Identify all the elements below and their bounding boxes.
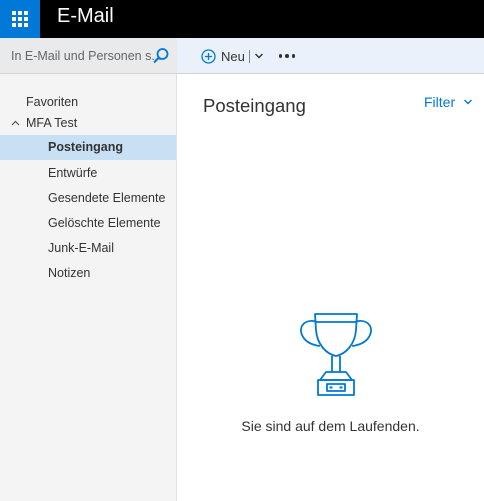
app-title: E-Mail: [57, 5, 114, 27]
search-input[interactable]: In E-Mail und Personen s...: [11, 49, 162, 63]
sidebar-item-deleted[interactable]: Gelöschte Elemente: [0, 211, 176, 236]
app-launcher-icon[interactable]: [0, 0, 40, 38]
account-header[interactable]: MFA Test: [11, 116, 77, 130]
folder-pane: Favoriten MFA Test Posteingang Entwürfe …: [0, 74, 177, 501]
plus-circle-icon: [201, 48, 216, 64]
filter-button[interactable]: Filter: [424, 94, 473, 110]
new-button[interactable]: Neu: [201, 46, 264, 66]
more-icon[interactable]: [277, 47, 297, 65]
sidebar-item-inbox[interactable]: Posteingang: [0, 135, 176, 160]
divider: [248, 49, 250, 63]
top-bar: E-Mail: [0, 0, 484, 38]
chevron-down-icon: [464, 99, 473, 105]
trophy-icon: [300, 313, 372, 396]
account-label: MFA Test: [26, 116, 78, 130]
command-bar: Neu: [177, 38, 484, 74]
search-icon[interactable]: [152, 47, 170, 65]
page-title: Posteingang: [203, 95, 306, 116]
filter-label: Filter: [424, 94, 456, 110]
new-button-label: Neu: [221, 48, 245, 64]
search-box[interactable]: In E-Mail und Personen s...: [0, 38, 177, 74]
empty-state-message: Sie sind auf dem Laufenden.: [241, 418, 420, 434]
sidebar-item-sent[interactable]: Gesendete Elemente: [0, 186, 176, 211]
sidebar-item-drafts[interactable]: Entwürfe: [0, 161, 176, 186]
chevron-down-icon[interactable]: [254, 51, 264, 61]
favorites-header[interactable]: Favoriten: [26, 95, 78, 109]
sidebar-item-notes[interactable]: Notizen: [0, 261, 176, 286]
caret-up-icon[interactable]: [11, 119, 20, 128]
sidebar-item-junk[interactable]: Junk-E-Mail: [0, 236, 176, 261]
